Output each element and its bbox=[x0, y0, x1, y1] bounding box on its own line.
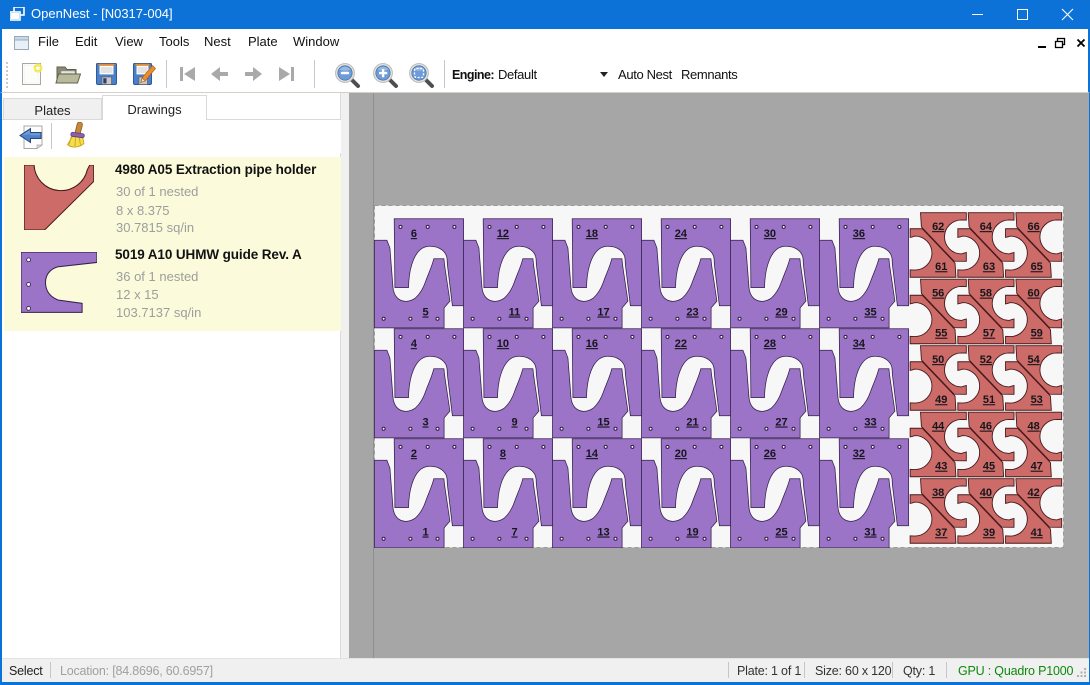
svg-text:66: 66 bbox=[1027, 221, 1039, 233]
svg-text:49: 49 bbox=[935, 394, 947, 406]
svg-text:26: 26 bbox=[764, 448, 776, 460]
svg-text:40: 40 bbox=[980, 487, 992, 499]
svg-text:13: 13 bbox=[597, 527, 609, 539]
svg-text:44: 44 bbox=[932, 421, 945, 433]
svg-text:1: 1 bbox=[422, 527, 428, 539]
svg-text:54: 54 bbox=[1027, 354, 1040, 366]
svg-text:37: 37 bbox=[935, 527, 947, 539]
svg-text:47: 47 bbox=[1031, 461, 1043, 473]
svg-text:46: 46 bbox=[980, 421, 992, 433]
svg-text:48: 48 bbox=[1027, 421, 1039, 433]
svg-text:9: 9 bbox=[511, 417, 517, 429]
svg-text:24: 24 bbox=[675, 228, 688, 240]
svg-text:56: 56 bbox=[932, 288, 944, 300]
svg-text:52: 52 bbox=[980, 354, 992, 366]
svg-text:28: 28 bbox=[764, 338, 776, 350]
svg-text:6: 6 bbox=[411, 228, 417, 240]
svg-text:42: 42 bbox=[1027, 487, 1039, 499]
svg-text:45: 45 bbox=[983, 461, 995, 473]
svg-text:17: 17 bbox=[597, 307, 609, 319]
svg-text:39: 39 bbox=[983, 527, 995, 539]
svg-text:55: 55 bbox=[935, 328, 947, 340]
svg-text:30: 30 bbox=[764, 228, 776, 240]
svg-text:62: 62 bbox=[932, 221, 944, 233]
svg-text:12: 12 bbox=[497, 228, 509, 240]
svg-text:5: 5 bbox=[422, 307, 428, 319]
svg-text:10: 10 bbox=[497, 338, 509, 350]
svg-text:7: 7 bbox=[511, 527, 517, 539]
svg-text:51: 51 bbox=[983, 394, 995, 406]
svg-text:58: 58 bbox=[980, 288, 992, 300]
svg-text:18: 18 bbox=[586, 228, 598, 240]
svg-text:29: 29 bbox=[775, 307, 787, 319]
svg-text:11: 11 bbox=[509, 307, 521, 319]
svg-text:57: 57 bbox=[983, 328, 995, 340]
svg-text:63: 63 bbox=[983, 261, 995, 273]
svg-text:59: 59 bbox=[1031, 328, 1043, 340]
svg-text:61: 61 bbox=[935, 261, 947, 273]
svg-text:25: 25 bbox=[775, 527, 787, 539]
svg-text:32: 32 bbox=[853, 448, 865, 460]
svg-text:27: 27 bbox=[775, 417, 787, 429]
svg-text:4: 4 bbox=[411, 338, 418, 350]
svg-text:14: 14 bbox=[586, 448, 599, 460]
svg-text:15: 15 bbox=[597, 417, 609, 429]
svg-text:16: 16 bbox=[586, 338, 598, 350]
svg-text:64: 64 bbox=[980, 221, 993, 233]
svg-text:43: 43 bbox=[935, 461, 947, 473]
svg-text:53: 53 bbox=[1031, 394, 1043, 406]
svg-text:22: 22 bbox=[675, 338, 687, 350]
svg-text:65: 65 bbox=[1031, 261, 1043, 273]
svg-text:34: 34 bbox=[853, 338, 866, 350]
svg-text:35: 35 bbox=[864, 307, 876, 319]
svg-text:36: 36 bbox=[853, 228, 865, 240]
svg-text:8: 8 bbox=[500, 448, 506, 460]
svg-text:38: 38 bbox=[932, 487, 944, 499]
svg-text:31: 31 bbox=[864, 527, 876, 539]
svg-text:21: 21 bbox=[686, 417, 698, 429]
svg-text:60: 60 bbox=[1027, 288, 1039, 300]
svg-text:19: 19 bbox=[686, 527, 698, 539]
svg-text:3: 3 bbox=[422, 417, 428, 429]
svg-text:33: 33 bbox=[864, 417, 876, 429]
svg-text:50: 50 bbox=[932, 354, 944, 366]
svg-text:20: 20 bbox=[675, 448, 687, 460]
svg-text:23: 23 bbox=[686, 307, 698, 319]
svg-text:41: 41 bbox=[1031, 527, 1043, 539]
svg-text:2: 2 bbox=[411, 448, 417, 460]
